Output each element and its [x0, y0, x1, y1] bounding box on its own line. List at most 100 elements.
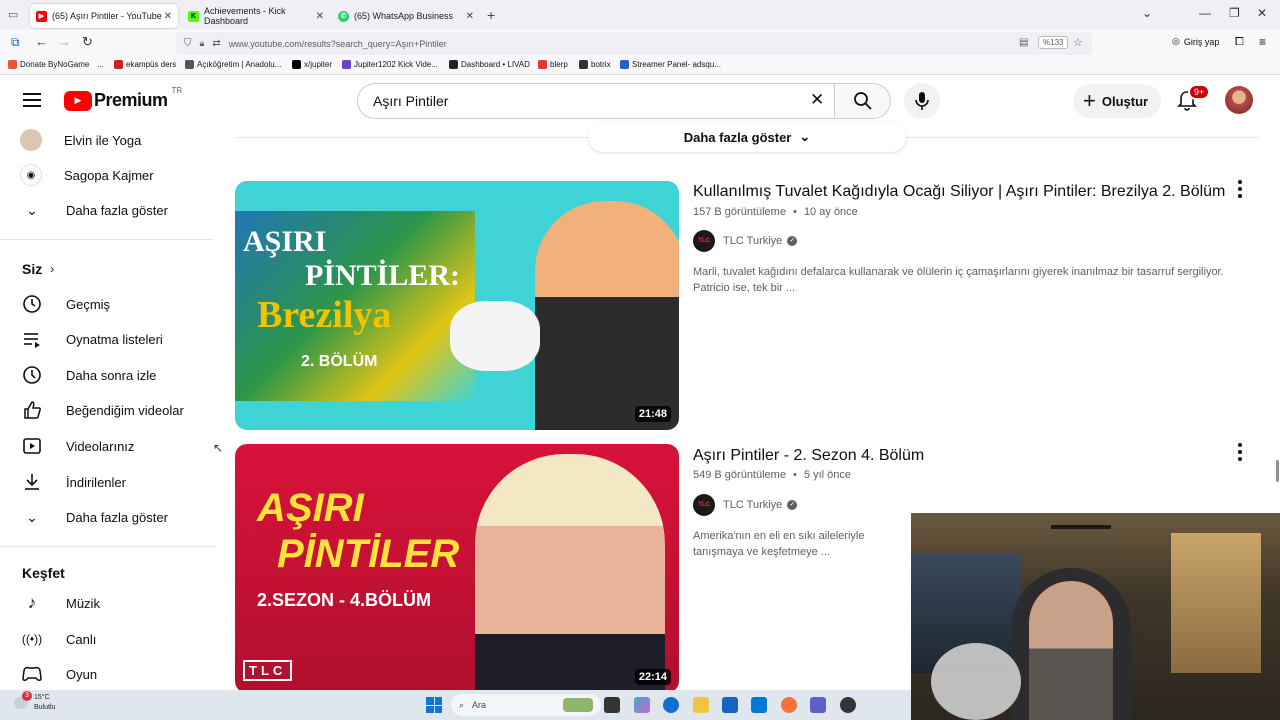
tab-label: (65) WhatsApp Business [354, 11, 454, 21]
menu-icon[interactable]: ≡ [1259, 35, 1266, 49]
sidebar-item-subscription[interactable]: ◉ Sagopa Kajmer [12, 158, 214, 192]
outlook-icon[interactable] [751, 697, 767, 713]
verified-check-icon: ✓ [787, 236, 798, 246]
sidebar-item-label: Müzik [66, 595, 100, 611]
minimize-button[interactable]: — [1199, 6, 1211, 20]
url-text[interactable]: www.youtube.com/results?search_query=Aşı… [229, 39, 447, 49]
bookmark-item[interactable]: Açıköğretim | Anadolu... [185, 60, 281, 69]
bookmark-label: x/jupiter [304, 60, 333, 69]
search-button[interactable] [835, 83, 891, 119]
sidebar-item-show-more[interactable]: ⌄ Daha fazla göster [12, 500, 214, 534]
video-thumbnail[interactable]: AŞIRI PİNTİLER 2.SEZON - 4.BÖLÜM TLC 22:… [235, 444, 679, 693]
file-explorer-icon[interactable] [693, 697, 709, 713]
bookmark-item[interactable]: ... [97, 60, 104, 69]
sign-in-button[interactable]: ◎ Giriş yap [1172, 36, 1219, 47]
avatar[interactable] [1225, 86, 1253, 114]
close-window-button[interactable]: ✕ [1257, 6, 1267, 20]
bookmark-star-icon[interactable]: ☆ [1073, 36, 1083, 49]
shield-icon[interactable]: ⛉ [184, 38, 192, 49]
video-duration: 22:14 [634, 669, 671, 685]
create-button[interactable]: + Oluştur [1073, 84, 1161, 118]
bookmark-item[interactable]: botrix [579, 60, 611, 69]
sidebar: Elvin ile Yoga ◉ Sagopa Kajmer ⌄ Daha fa… [0, 126, 228, 690]
tab-youtube[interactable]: ▶ (65) Aşırı Pintiler - YouTube ✕ [30, 4, 178, 28]
sidebar-item-show-more[interactable]: ⌄ Daha fazla göster [12, 193, 214, 227]
taskbar-search[interactable]: ⌕ Ara [451, 694, 601, 716]
tab-whatsapp[interactable]: ✆ (65) WhatsApp Business ✕ [332, 4, 480, 28]
url-bar[interactable]: ⛉ 🔒︎ ⇄ www.youtube.com/results?search_qu… [176, 32, 1092, 55]
gamepad-icon [20, 662, 44, 686]
sidebar-item-watch-later[interactable]: Daha sonra izle [12, 358, 214, 392]
reload-icon[interactable]: ↻ [82, 34, 93, 50]
chevron-down-icon: ⌄ [799, 129, 811, 144]
sidebar-item-playlists[interactable]: Oynatma listeleri [12, 322, 214, 356]
store-icon[interactable] [722, 697, 738, 713]
start-button[interactable] [426, 697, 442, 713]
close-tab-icon[interactable]: ✕ [316, 11, 324, 22]
more-actions-icon[interactable] [1232, 179, 1248, 199]
sidebar-item-live[interactable]: ((•)) Canlı [12, 622, 214, 656]
weather-badge: 3 [22, 691, 32, 701]
video-title[interactable]: Aşırı Pintiler - 2. Sezon 4. Bölüm [693, 447, 924, 465]
task-view-icon[interactable] [604, 697, 620, 713]
hamburger-menu-icon[interactable] [23, 93, 41, 107]
new-tab-button[interactable]: + [487, 7, 495, 23]
forward-icon[interactable]: → [58, 34, 71, 49]
edge-icon[interactable] [663, 697, 679, 713]
sidebar-item-label: Beğendiğim videolar [66, 402, 184, 418]
video-thumbnail[interactable]: AŞIRI PİNTİLER: Brezilya 2. BÖLÜM 21:48 [235, 181, 679, 430]
tab-kick[interactable]: K Achievements - Kick Dashboard ✕ [182, 4, 330, 28]
youtube-premium-logo[interactable]: ▶ Premium TR [64, 86, 182, 111]
lock-icon[interactable]: 🔒︎ [200, 38, 205, 49]
sidebar-item-music[interactable]: ♪ Müzik [12, 586, 214, 620]
clear-search-icon[interactable]: ✕ [810, 90, 824, 110]
search-input[interactable]: Aşırı Pintiler ✕ [357, 83, 835, 119]
permissions-icon[interactable]: ⇄ [212, 38, 220, 49]
page-scrollbar[interactable] [1276, 460, 1279, 482]
bookmark-item[interactable]: Dashboard • LIVAD [449, 60, 530, 69]
taskbar-search-label: Ara [472, 700, 487, 710]
bookmark-item[interactable]: x/jupiter [292, 60, 332, 69]
more-actions-icon[interactable] [1232, 442, 1248, 462]
bookmark-label: ... [97, 60, 104, 69]
video-title[interactable]: Kullanılmış Tuvalet Kağıdıyla Ocağı Sili… [693, 183, 1225, 201]
obs-icon[interactable] [840, 697, 856, 713]
weather-widget[interactable]: 3 15°C Bulutlu [14, 691, 56, 713]
channel-link[interactable]: TLC TLC Turkiye ✓ [693, 494, 798, 516]
thumbnail-person [535, 201, 679, 430]
zoom-level[interactable]: %133 [1038, 36, 1069, 49]
sidebar-item-history[interactable]: Geçmiş [12, 287, 214, 321]
close-tab-icon[interactable]: ✕ [164, 11, 172, 22]
teams-icon[interactable] [810, 697, 826, 713]
show-more-button[interactable]: Daha fazla göster ⌄ [588, 122, 906, 152]
tab-overflow-chevron-icon[interactable]: ⌄ [1142, 6, 1152, 20]
maximize-button[interactable]: ❐ [1229, 6, 1240, 20]
back-icon[interactable]: ← [35, 34, 48, 49]
extensions-icon[interactable]: ⧠ [1235, 36, 1244, 49]
download-icon [20, 470, 44, 494]
reader-mode-icon[interactable]: ▤ [1019, 37, 1028, 48]
sidebar-item-your-videos[interactable]: Videolarınız [12, 429, 214, 463]
weather-desc: Bulutlu [34, 704, 56, 711]
bookmark-item[interactable]: ekampüs ders [114, 60, 176, 69]
sidebar-toggle-icon[interactable]: ⧉ [11, 35, 20, 50]
voice-search-button[interactable] [904, 83, 940, 119]
sidebar-item-gaming[interactable]: Oyun [12, 657, 214, 691]
firefox-icon[interactable] [781, 697, 797, 713]
sidebar-item-downloads[interactable]: İndirilenler [12, 465, 214, 499]
bookmark-item[interactable]: Streamer Panel- adsqu... [620, 60, 721, 69]
channel-link[interactable]: TLC TLC Turkiye ✓ [693, 230, 798, 252]
search-query-text[interactable]: Aşırı Pintiler [373, 93, 448, 109]
copilot-icon[interactable] [634, 697, 650, 713]
bookmark-item[interactable]: Jupiter1202 Kick Vide... [342, 60, 438, 69]
sidebar-item-liked-videos[interactable]: Beğendiğim videolar [12, 393, 214, 427]
notifications-button[interactable]: 9+ [1176, 84, 1211, 113]
tab-list-icon[interactable]: ▭ [8, 8, 18, 21]
bookmark-item[interactable]: blerp [538, 60, 568, 69]
sidebar-you-heading[interactable]: Siz › [22, 261, 54, 277]
close-tab-icon[interactable]: ✕ [466, 11, 474, 22]
sidebar-item-label: Daha fazla göster [66, 509, 168, 525]
sidebar-item-subscription[interactable]: Elvin ile Yoga [12, 123, 214, 157]
bookmark-item[interactable]: Donate ByNoGame [8, 60, 89, 69]
video-icon [20, 434, 44, 458]
